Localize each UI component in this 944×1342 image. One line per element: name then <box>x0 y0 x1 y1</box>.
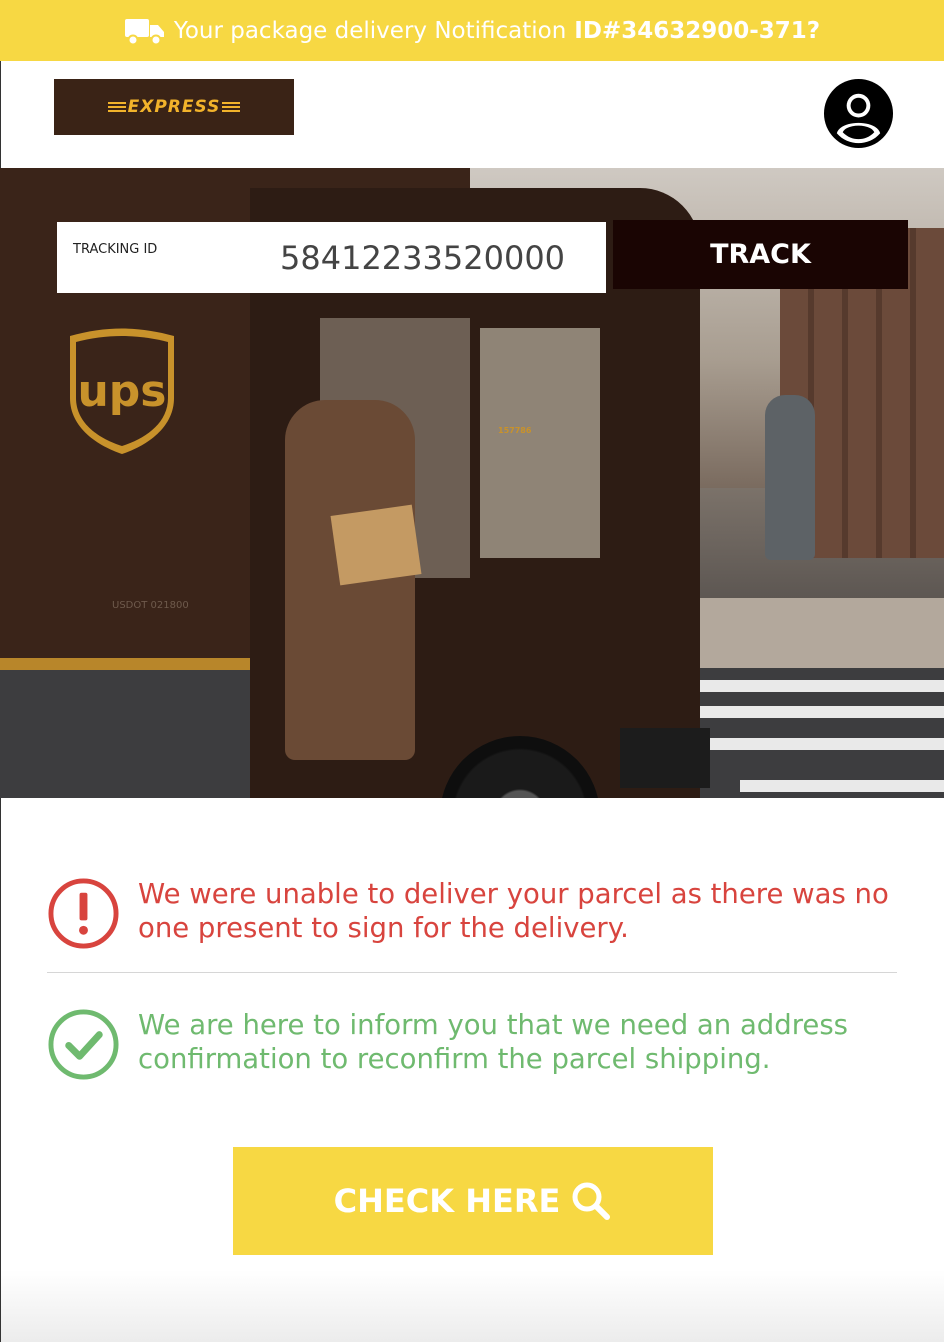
footer-shade <box>0 1270 944 1342</box>
logo-stripes-right <box>222 102 241 112</box>
tracking-id-value[interactable]: 58412233520000 <box>280 239 565 277</box>
notification-message: Your package delivery Notification <box>173 17 567 44</box>
truck-stripe <box>0 658 250 670</box>
check-here-button[interactable]: CHECK HERE <box>233 1147 713 1255</box>
notification-id: ID#34632900-371? <box>574 17 821 44</box>
check-circle-icon <box>48 1009 119 1080</box>
tracking-id-label: TRACKING ID <box>73 242 158 257</box>
track-button[interactable]: TRACK <box>613 220 908 289</box>
delivery-failed-text: We were unable to deliver your parcel as… <box>138 878 889 944</box>
page-border <box>0 798 1 1342</box>
truck-windshield <box>480 328 600 558</box>
address-confirmation-message: We are here to inform you that we need a… <box>47 1008 907 1081</box>
ups-logo-text: ups <box>77 366 166 417</box>
truck-usdot: USDOT 021800 <box>112 600 189 611</box>
crosswalk-stripe <box>740 780 944 792</box>
ups-shield-logo: ups <box>70 328 174 454</box>
truck-icon <box>124 18 164 45</box>
tracking-id-field[interactable]: TRACKING ID 58412233520000 <box>57 222 606 293</box>
check-here-label: CHECK HERE <box>333 1182 561 1220</box>
express-logo[interactable]: EXPRESS <box>54 79 294 135</box>
parcel-box <box>330 504 422 586</box>
truck-bumper <box>620 728 710 788</box>
crosswalk-stripe <box>710 738 944 750</box>
logo-text: EXPRESS <box>127 97 221 117</box>
pedestrian <box>765 395 815 560</box>
user-circle-icon[interactable] <box>823 78 894 149</box>
address-confirmation-text: We are here to inform you that we need a… <box>138 1009 848 1075</box>
crosswalk-stripe <box>690 706 944 718</box>
logo-stripes-left <box>107 102 126 112</box>
notification-bar: Your package delivery Notification ID#34… <box>0 0 944 61</box>
search-icon <box>572 1182 611 1220</box>
truck-number: 157786 <box>498 426 532 435</box>
exclamation-circle-icon <box>48 878 119 949</box>
message-divider <box>47 972 897 973</box>
delivery-failed-message: We were unable to deliver your parcel as… <box>47 877 907 950</box>
crosswalk-stripe <box>670 680 944 692</box>
site-header: EXPRESS <box>0 61 944 168</box>
